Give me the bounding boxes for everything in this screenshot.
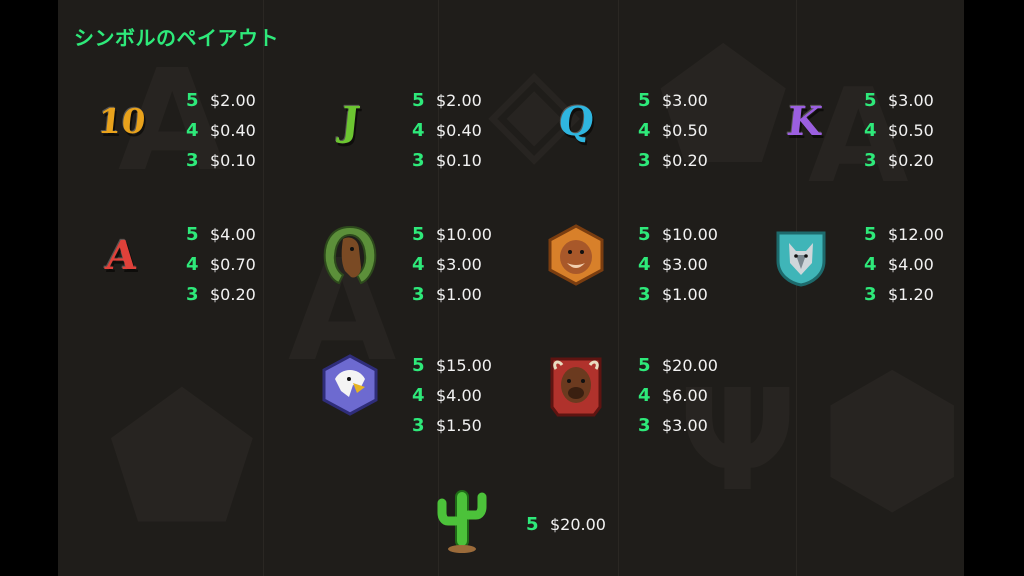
eagle-hexagon-icon (318, 352, 382, 418)
ten-symbol-icon: 10 (96, 102, 148, 142)
cougar-hexagon-icon (544, 222, 608, 288)
cactus-paytable: 5 $20.00 (526, 509, 606, 539)
pay-row: 5 $10.00 (412, 223, 492, 245)
pay-row: 4 $6.00 (638, 384, 708, 406)
eagle-paytable: 5 $15.00 4 $4.00 3 $1.50 (412, 350, 492, 440)
k-paytable: 5 $3.00 4 $0.50 3 $0.20 (864, 85, 934, 175)
horse-paytable: 5 $10.00 4 $3.00 3 $1.00 (412, 219, 492, 309)
q-symbol-icon: Q (556, 98, 596, 145)
j-symbol-icon: J (338, 98, 362, 145)
pay-row: 5 $12.00 (864, 223, 944, 245)
pay-row: 5 $2.00 (412, 89, 482, 111)
reel-divider (618, 0, 619, 576)
wolf-paytable: 5 $12.00 4 $4.00 3 $1.20 (864, 219, 944, 309)
background-shield-glyph: ⬟ (108, 360, 256, 558)
pay-row: 4 $0.50 (638, 119, 708, 141)
reel-divider (263, 0, 264, 576)
pay-row: 5 $4.00 (186, 223, 256, 245)
q-paytable: 5 $3.00 4 $0.50 3 $0.20 (638, 85, 708, 175)
wolf-shield-icon (770, 226, 832, 288)
pay-row: 3 $1.20 (864, 283, 934, 305)
k-symbol-icon: K (784, 98, 824, 145)
pay-row: 3 $0.10 (412, 149, 482, 171)
page-title: シンボルのペイアウト (74, 26, 279, 50)
pay-row: 5 $10.00 (638, 223, 718, 245)
pay-row: 3 $0.20 (638, 149, 708, 171)
pay-row: 4 $3.00 (412, 253, 482, 275)
pay-row: 4 $0.70 (186, 253, 256, 275)
pay-row: 3 $1.50 (412, 414, 482, 436)
j-paytable: 5 $2.00 4 $0.40 3 $0.10 (412, 85, 482, 175)
a-symbol-icon: A (104, 232, 141, 279)
pay-row: 5 $2.00 (186, 89, 256, 111)
pay-row: 5 $20.00 (526, 513, 606, 535)
pay-row: 4 $4.00 (412, 384, 482, 406)
cactus-icon (432, 484, 492, 556)
pay-row: 3 $0.20 (186, 283, 256, 305)
pay-row: 4 $4.00 (864, 253, 934, 275)
pay-row: 4 $0.50 (864, 119, 934, 141)
bison-paytable: 5 $20.00 4 $6.00 3 $3.00 (638, 350, 718, 440)
a-paytable: 5 $4.00 4 $0.70 3 $0.20 (186, 219, 256, 309)
background-hexagon-glyph: ⬢ (818, 340, 964, 538)
pay-row: 5 $20.00 (638, 354, 718, 376)
pay-row: 3 $0.10 (186, 149, 256, 171)
pay-row: 3 $1.00 (638, 283, 708, 305)
pay-row: 4 $3.00 (638, 253, 708, 275)
pay-row: 5 $15.00 (412, 354, 492, 376)
pay-row: 3 $1.00 (412, 283, 482, 305)
cougar-paytable: 5 $10.00 4 $3.00 3 $1.00 (638, 219, 718, 309)
pay-row: 3 $0.20 (864, 149, 934, 171)
pay-row: 3 $3.00 (638, 414, 708, 436)
pay-row: 4 $0.40 (412, 119, 482, 141)
pay-row: 5 $3.00 (864, 89, 934, 111)
ten-paytable: 5 $2.00 4 $0.40 3 $0.10 (186, 85, 256, 175)
pay-row: 5 $3.00 (638, 89, 708, 111)
bison-tile-icon (544, 350, 608, 422)
horse-horseshoe-icon (318, 222, 382, 288)
pay-row: 4 $0.40 (186, 119, 256, 141)
